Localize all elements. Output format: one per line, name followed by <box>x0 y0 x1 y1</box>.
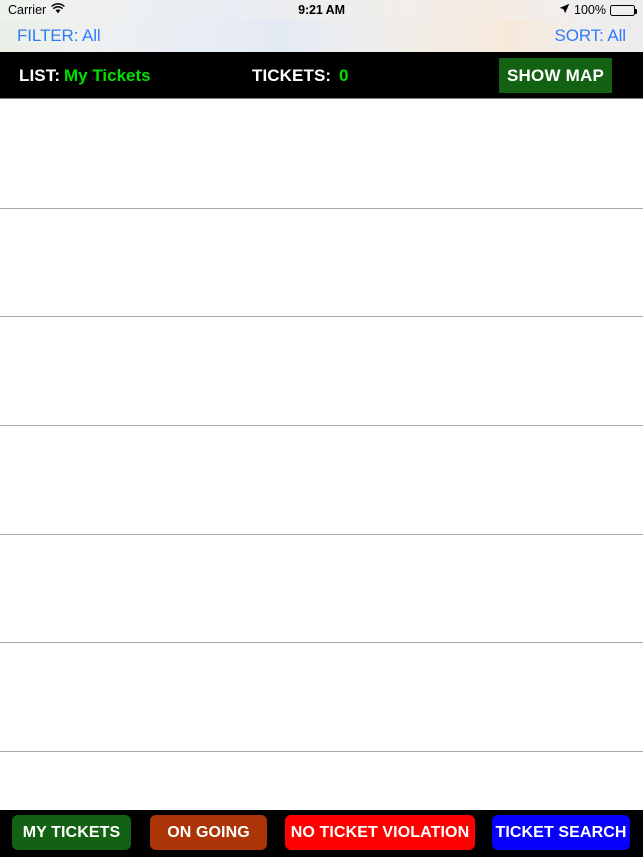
wifi-icon <box>51 3 65 17</box>
tickets-count-value: 0 <box>339 66 349 85</box>
tab-my-tickets[interactable]: MY TICKETS <box>12 815 131 850</box>
status-bar: Carrier 9:21 AM 100% <box>0 0 643 20</box>
filter-button[interactable]: FILTER: All <box>17 26 101 46</box>
table-row[interactable] <box>0 100 643 209</box>
tickets-table[interactable] <box>0 100 643 810</box>
carrier-label: Carrier <box>8 3 47 17</box>
app-root: Carrier 9:21 AM 100% FILTER: All SORT: A… <box>0 0 643 857</box>
tab-on-going[interactable]: ON GOING <box>150 815 267 850</box>
table-row[interactable] <box>0 317 643 427</box>
table-row[interactable] <box>0 534 643 644</box>
table-row[interactable] <box>0 643 643 753</box>
show-map-button[interactable]: SHOW MAP <box>499 58 612 93</box>
list-value: My Tickets <box>64 66 151 85</box>
status-bar-left: Carrier <box>8 3 158 17</box>
sort-button[interactable]: SORT: All <box>554 26 626 46</box>
table-row[interactable] <box>0 752 643 810</box>
table-row[interactable] <box>0 426 643 535</box>
battery-percent-label: 100% <box>574 3 606 17</box>
table-row[interactable] <box>0 208 643 318</box>
tab-no-ticket-violation[interactable]: NO TICKET VIOLATION <box>285 815 475 850</box>
list-label: LIST: <box>19 66 61 85</box>
status-bar-right: 100% <box>485 3 637 17</box>
tickets-count-label: TICKETS: <box>252 66 332 85</box>
status-bar-clock: 9:21 AM <box>298 3 345 17</box>
location-arrow-icon <box>559 3 570 17</box>
filter-sort-bar: FILTER: All SORT: All <box>0 20 643 52</box>
tab-ticket-search[interactable]: TICKET SEARCH <box>492 815 630 850</box>
battery-full-icon <box>610 4 637 16</box>
